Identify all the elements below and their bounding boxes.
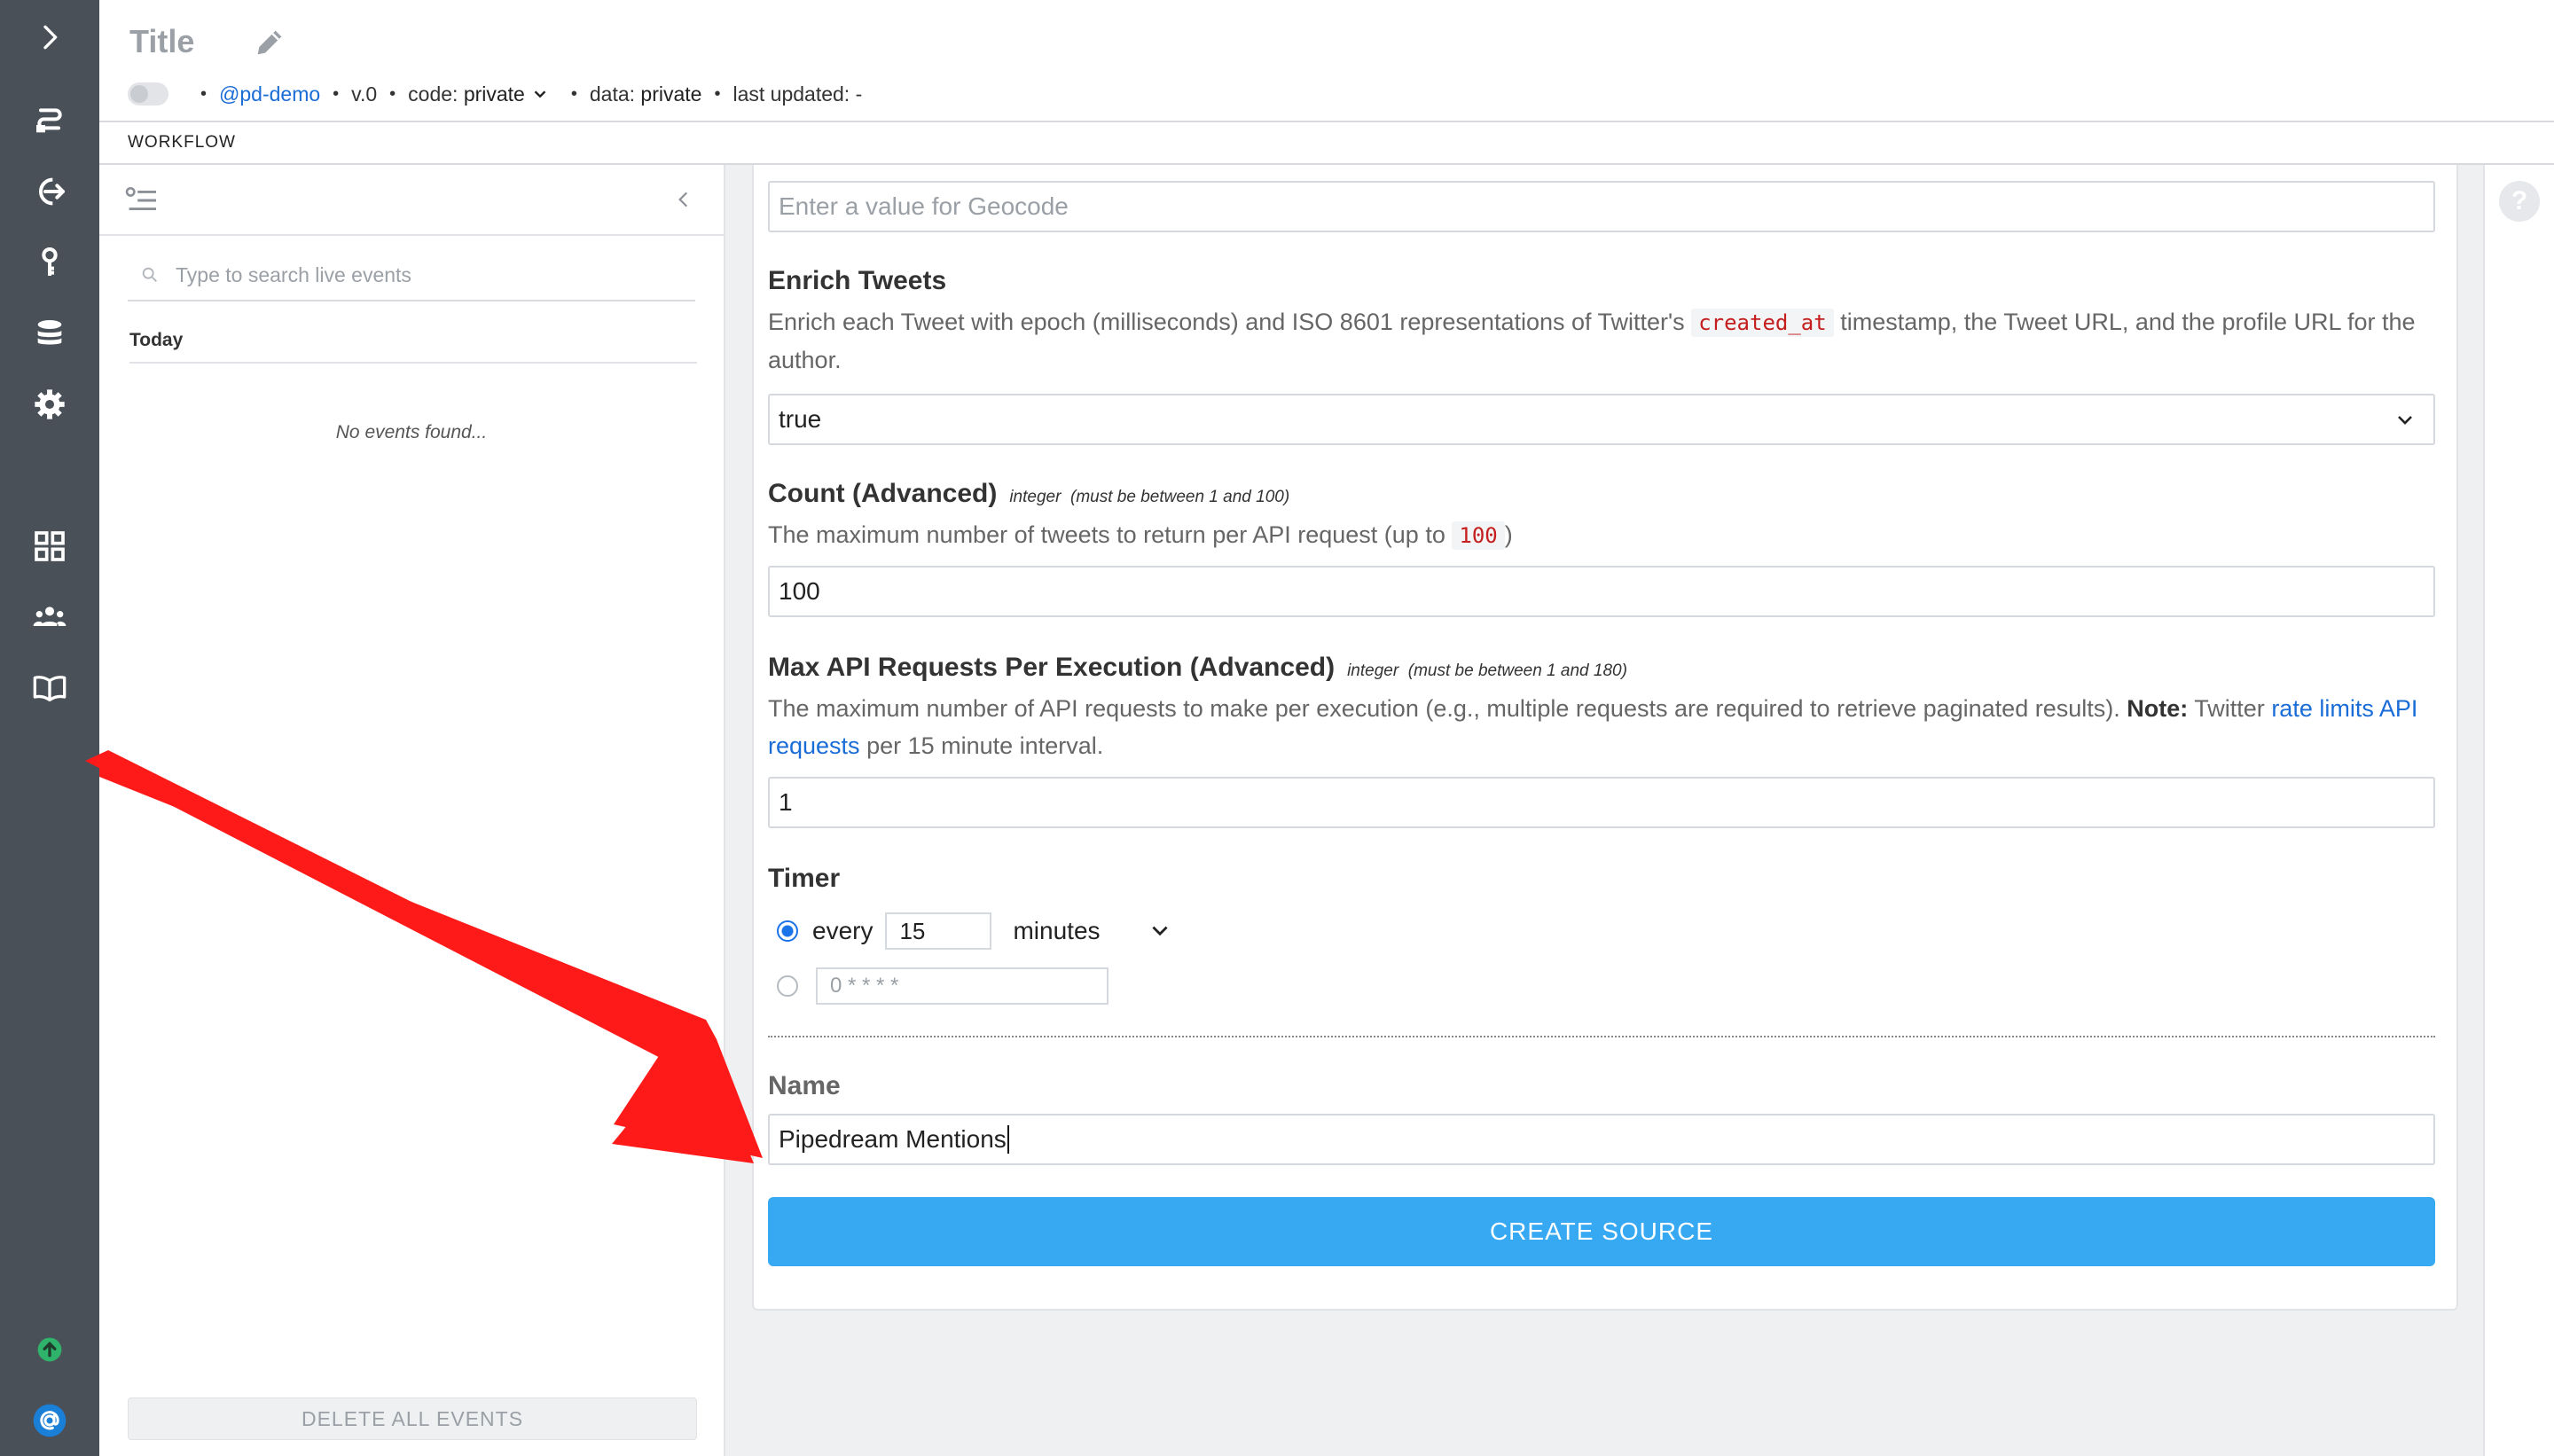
workflow-subheader: WORKFLOW xyxy=(99,122,2554,165)
count-description: The maximum number of tweets to return p… xyxy=(768,516,2435,554)
chevron-down-icon xyxy=(534,90,546,98)
interval-unit-select[interactable]: minutes xyxy=(1013,917,1100,945)
section-divider xyxy=(768,1036,2435,1037)
database-icon[interactable] xyxy=(23,307,76,360)
separator-dot: • xyxy=(333,83,340,104)
count-label: Count (Advanced) integer (must be between… xyxy=(768,479,1289,509)
settings-icon[interactable] xyxy=(23,378,76,431)
timer-cron-row: 0 * * * * xyxy=(768,967,1109,1006)
every-label: every xyxy=(812,917,874,944)
separator-dot: • xyxy=(200,83,208,104)
count-desc-end: ) xyxy=(1504,521,1513,548)
version-label: v.0 xyxy=(351,82,378,106)
max-requests-range: (must be between 1 and 180) xyxy=(1407,661,1627,680)
edit-pencil-icon[interactable] xyxy=(252,25,287,60)
code-value: private xyxy=(463,82,525,106)
cron-placeholder: 0 * * * * xyxy=(830,974,899,998)
count-value: 100 xyxy=(779,577,820,605)
interval-input[interactable]: 15 xyxy=(885,912,992,950)
geocode-placeholder: Enter a value for Geocode xyxy=(779,192,1069,220)
count-desc-code: 100 xyxy=(1452,521,1505,550)
code-label: code: xyxy=(408,82,458,106)
chevron-down-icon[interactable] xyxy=(1148,920,1171,943)
enrich-desc-text: Enrich each Tweet with epoch (millisecon… xyxy=(768,309,1685,335)
right-help-strip: ? xyxy=(2483,165,2554,1456)
separator-dot: • xyxy=(389,83,396,104)
enrich-tweets-select[interactable]: true xyxy=(768,394,2435,445)
event-search-input[interactable] xyxy=(174,262,674,288)
collapse-chevron-left-icon[interactable] xyxy=(672,188,695,211)
max-requests-desc-mid: Twitter xyxy=(2194,695,2265,722)
max-requests-label: Max API Requests Per Execution (Advanced… xyxy=(768,653,1627,683)
text-cursor xyxy=(1007,1125,1009,1154)
enrich-tweets-value: true xyxy=(779,405,822,433)
workflow-header: Title • @pd-demo • v.0 • code: private •… xyxy=(99,0,2554,122)
source-config-card: Enter a value for Geocode Enrich Tweets … xyxy=(752,165,2458,1311)
main-content: Enter a value for Geocode Enrich Tweets … xyxy=(725,165,2483,1456)
at-sign-avatar-icon[interactable] xyxy=(23,1394,76,1447)
event-list-icon[interactable] xyxy=(124,186,160,215)
timer-label: Timer xyxy=(768,864,841,893)
data-label: data: xyxy=(589,82,636,106)
source-name-input[interactable]: Pipedream Mentions xyxy=(768,1114,2435,1165)
max-requests-desc-end: per 15 minute interval. xyxy=(866,732,1104,759)
event-search xyxy=(128,250,695,301)
team-icon[interactable] xyxy=(23,591,76,644)
help-icon[interactable]: ? xyxy=(2499,181,2540,222)
workflow-meta-bar: • @pd-demo • v.0 • code: private • data:… xyxy=(128,76,862,112)
delete-all-events-button[interactable]: DELETE ALL EVENTS xyxy=(128,1397,697,1440)
left-nav-rail xyxy=(0,0,99,1456)
source-name-value: Pipedream Mentions xyxy=(779,1125,1007,1153)
cron-radio[interactable] xyxy=(777,975,798,997)
chevron-right-icon[interactable] xyxy=(23,11,76,64)
events-panel: Today No events found... DELETE ALL EVEN… xyxy=(99,165,725,1456)
enrich-tweets-description: Enrich each Tweet with epoch (millisecon… xyxy=(768,303,2435,379)
code-visibility-dropdown[interactable]: code: private xyxy=(408,82,550,106)
max-requests-type-name: integer xyxy=(1347,661,1399,680)
apps-grid-icon[interactable] xyxy=(23,520,76,573)
max-requests-input[interactable]: 1 xyxy=(768,777,2435,828)
docs-book-icon[interactable] xyxy=(23,661,76,715)
page-title[interactable]: Title xyxy=(129,23,194,60)
max-requests-desc-text: The maximum number of API requests to ma… xyxy=(768,695,2120,722)
create-source-button[interactable]: CREATE SOURCE xyxy=(768,1197,2435,1266)
interval-value: 15 xyxy=(899,917,926,944)
events-toolbar xyxy=(99,165,724,236)
tab-workflow[interactable]: WORKFLOW xyxy=(128,133,236,153)
interval-radio[interactable] xyxy=(777,920,798,942)
last-updated-label: last updated: xyxy=(733,82,850,106)
count-range: (must be between 1 and 100) xyxy=(1070,488,1290,506)
owner-link[interactable]: @pd-demo xyxy=(219,82,320,106)
name-label: Name xyxy=(768,1071,841,1100)
max-requests-value: 1 xyxy=(779,788,793,816)
enrich-tweets-label: Enrich Tweets xyxy=(768,266,947,295)
key-icon[interactable] xyxy=(23,236,76,289)
chevron-down-icon xyxy=(2398,416,2412,425)
sources-icon[interactable] xyxy=(23,165,76,218)
workflows-icon[interactable] xyxy=(23,94,76,147)
data-value: private xyxy=(640,82,702,106)
last-updated-value: - xyxy=(855,82,863,106)
timer-interval-row: every 15 minutes xyxy=(768,912,1171,951)
event-group-heading: Today xyxy=(129,330,697,364)
count-label-text: Count (Advanced) xyxy=(768,479,998,508)
count-type: integer (must be between 1 and 100) xyxy=(1009,488,1289,506)
geocode-input[interactable]: Enter a value for Geocode xyxy=(768,181,2435,232)
workflow-active-toggle[interactable] xyxy=(128,82,168,106)
empty-events-message: No events found... xyxy=(335,422,488,442)
enrich-desc-code: created_at xyxy=(1691,309,1834,337)
separator-dot: • xyxy=(570,83,577,104)
count-input[interactable]: 100 xyxy=(768,566,2435,617)
count-type-name: integer xyxy=(1009,488,1062,506)
max-requests-description: The maximum number of API requests to ma… xyxy=(768,690,2435,764)
cron-input[interactable]: 0 * * * * xyxy=(816,967,1109,1005)
max-requests-type: integer (must be between 1 and 180) xyxy=(1347,661,1627,680)
search-icon xyxy=(142,267,157,282)
count-desc-text: The maximum number of tweets to return p… xyxy=(768,521,1445,548)
max-requests-label-text: Max API Requests Per Execution (Advanced… xyxy=(768,653,1336,682)
status-up-icon[interactable] xyxy=(23,1323,76,1376)
max-requests-note: Note: xyxy=(2127,695,2189,722)
separator-dot: • xyxy=(714,83,721,104)
